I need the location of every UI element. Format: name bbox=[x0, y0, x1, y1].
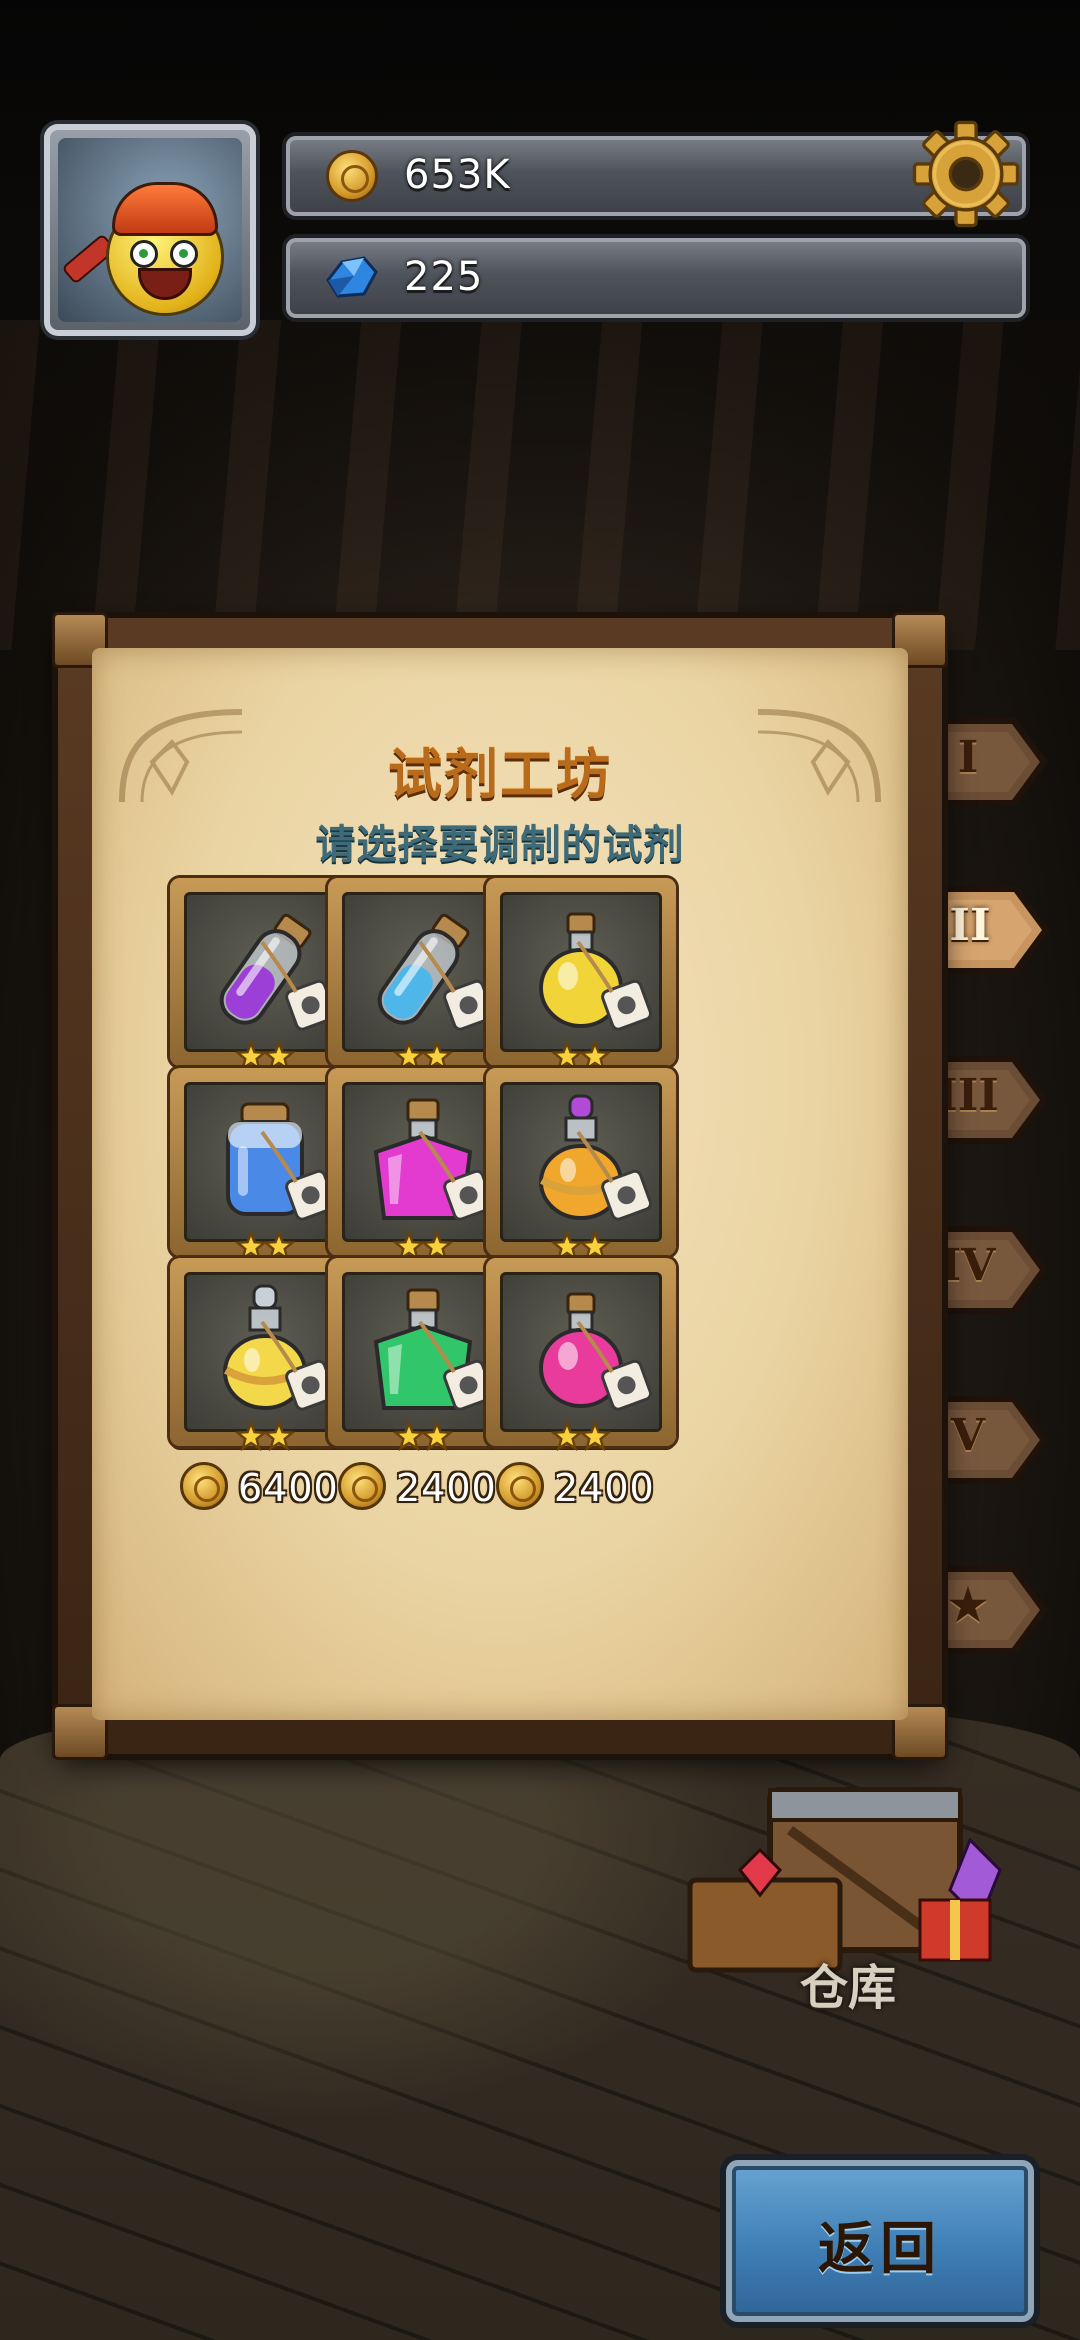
star-rating-icon bbox=[235, 1420, 295, 1452]
potion-price-value: 2400 bbox=[554, 1466, 655, 1510]
potion-slot-frame bbox=[486, 1068, 676, 1256]
gems-bar: 225 bbox=[286, 238, 1026, 318]
eye-left bbox=[130, 240, 158, 268]
panel-subtitle: 请选择要调制的试剂 bbox=[315, 822, 685, 868]
warehouse-button[interactable]: 仓库 bbox=[680, 1770, 1020, 2016]
potion-slot-inner bbox=[342, 1272, 504, 1432]
cave-wall-background bbox=[0, 320, 1080, 650]
blue-gem-icon bbox=[326, 256, 378, 298]
potion-slot-inner bbox=[500, 892, 662, 1052]
potion-slot-inner bbox=[184, 1082, 346, 1242]
potion-workshop-panel: 试剂工坊 请选择要调制的试剂 8000 2400 bbox=[52, 612, 948, 1760]
back-button-label: 返回 bbox=[818, 2217, 942, 2282]
potion-slot-inner bbox=[500, 1272, 662, 1432]
potion-slot-inner bbox=[184, 1272, 346, 1432]
coin-icon bbox=[180, 1462, 228, 1510]
potion-price-value: 6400 bbox=[238, 1466, 339, 1510]
potion-slot-inner bbox=[184, 892, 346, 1052]
potion-slot-inner bbox=[342, 892, 504, 1052]
potion-price-value: 2400 bbox=[396, 1466, 497, 1510]
potion-bottle-icon bbox=[223, 1284, 337, 1411]
potion-slot[interactable]: 2400 bbox=[486, 1258, 676, 1510]
back-button[interactable]: 返回 bbox=[726, 2160, 1034, 2322]
helmet-icon bbox=[112, 182, 218, 236]
potion-slot-frame bbox=[486, 1258, 676, 1446]
coin-icon bbox=[338, 1462, 386, 1510]
parchment: 试剂工坊 请选择要调制的试剂 8000 2400 bbox=[92, 648, 908, 1720]
potion-bottle-icon bbox=[539, 1292, 653, 1411]
gems-value: 225 bbox=[404, 254, 484, 300]
potion-bottle-icon bbox=[539, 912, 653, 1031]
warehouse-label: 仓库 bbox=[800, 1960, 897, 2016]
potion-bottle-icon bbox=[219, 913, 337, 1031]
potion-bottle-icon bbox=[377, 913, 495, 1031]
potion-slot-inner bbox=[342, 1082, 504, 1242]
panel-title: 试剂工坊 bbox=[388, 743, 612, 806]
star-rating-icon bbox=[393, 1420, 453, 1452]
potion-price: 2400 bbox=[496, 1462, 676, 1512]
coins-value: 653K bbox=[404, 152, 511, 198]
coin-icon bbox=[326, 150, 378, 202]
eye-right bbox=[170, 240, 198, 268]
avatar-portrait bbox=[58, 138, 242, 322]
gear-icon[interactable] bbox=[910, 118, 1022, 230]
potion-bottle-icon bbox=[226, 1102, 337, 1221]
potion-slot-inner bbox=[500, 1082, 662, 1242]
potion-bottle-icon bbox=[539, 1094, 653, 1221]
star-rating-icon bbox=[551, 1420, 611, 1452]
potion-bottle-icon bbox=[373, 1288, 495, 1411]
potion-slot-frame bbox=[486, 878, 676, 1066]
potion-bottle-icon bbox=[373, 1098, 495, 1221]
coin-icon bbox=[496, 1462, 544, 1510]
player-avatar[interactable] bbox=[44, 124, 256, 336]
